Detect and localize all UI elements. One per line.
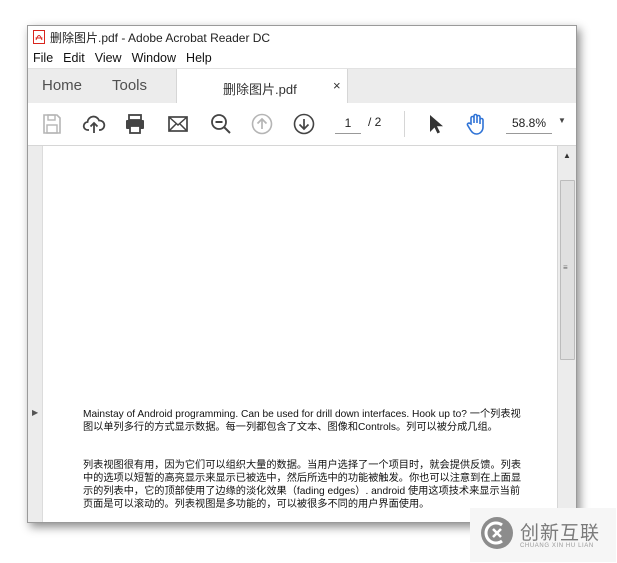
- zoom-out-icon[interactable]: [209, 112, 233, 136]
- tab-document[interactable]: 删除图片.pdf ×: [176, 69, 348, 104]
- toolbar: 1 / 2 58.8% ▼: [28, 103, 576, 146]
- menu-help[interactable]: Help: [181, 51, 217, 65]
- tab-bar: Home Tools 删除图片.pdf ×: [28, 68, 576, 104]
- mail-icon[interactable]: [166, 112, 190, 136]
- pdf-file-icon: [33, 30, 45, 44]
- hand-tool-icon[interactable]: [464, 112, 488, 136]
- upload-cloud-icon[interactable]: [82, 112, 106, 136]
- menu-window[interactable]: Window: [127, 51, 181, 65]
- close-tab-button[interactable]: ×: [333, 78, 341, 93]
- document-paragraph: Mainstay of Android programming. Can be …: [83, 409, 521, 433]
- vertical-scrollbar[interactable]: ▲ ≡: [557, 146, 576, 522]
- left-navigation-panel: ▶: [28, 146, 42, 522]
- next-page-icon[interactable]: [292, 112, 316, 136]
- watermark-title: 创新互联: [520, 523, 601, 544]
- window-title: 删除图片.pdf - Adobe Acrobat Reader DC: [50, 30, 271, 45]
- scroll-up-icon[interactable]: ▲: [563, 151, 571, 160]
- title-bar: 删除图片.pdf - Adobe Acrobat Reader DC: [28, 26, 576, 48]
- panel-expand-icon[interactable]: ▶: [32, 408, 38, 417]
- page-number-input[interactable]: 1: [335, 113, 361, 134]
- page-count: / 2: [368, 115, 382, 129]
- tab-tools[interactable]: Tools: [112, 77, 147, 94]
- save-icon[interactable]: [40, 112, 64, 136]
- scrollbar-thumb[interactable]: ≡: [560, 180, 575, 360]
- zoom-dropdown-icon[interactable]: ▼: [558, 116, 566, 125]
- watermark-subtitle: CHUANG XIN HU LIAN: [520, 543, 594, 549]
- zoom-level-input[interactable]: 58.8%: [506, 113, 552, 134]
- menu-view[interactable]: View: [90, 51, 127, 65]
- document-tab-label: 删除图片.pdf: [223, 82, 297, 97]
- menu-file[interactable]: File: [28, 51, 58, 65]
- document-page: Mainstay of Android programming. Can be …: [42, 146, 557, 522]
- watermark: 创新互联 CHUANG XIN HU LIAN: [470, 508, 616, 562]
- watermark-logo: [481, 517, 513, 549]
- toolbar-divider: [404, 111, 405, 137]
- document-paragraph: 列表视图很有用，因为它们可以组织大量的数据。当用户选择了一个项目时，就会提供反馈…: [83, 460, 522, 510]
- tab-home[interactable]: Home: [42, 77, 82, 94]
- menu-edit[interactable]: Edit: [58, 51, 90, 65]
- print-icon[interactable]: [123, 112, 147, 136]
- previous-page-icon[interactable]: [250, 112, 274, 136]
- select-cursor-icon[interactable]: [423, 112, 447, 136]
- scroll-grip-icon: ≡: [563, 263, 568, 272]
- menu-bar: File Edit View Window Help: [28, 48, 576, 68]
- acrobat-window: 删除图片.pdf - Adobe Acrobat Reader DC File …: [27, 25, 577, 523]
